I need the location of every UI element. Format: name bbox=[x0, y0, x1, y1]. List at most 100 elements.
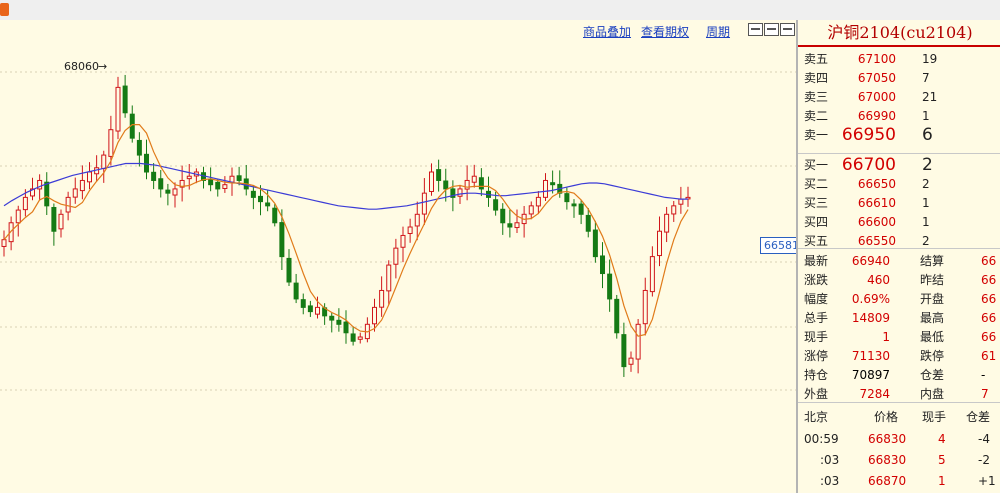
tick-price: 66830 bbox=[868, 432, 907, 446]
ask-price[interactable]: 66950 bbox=[842, 126, 896, 145]
quote-value-2: 66 bbox=[981, 292, 997, 306]
candle-body bbox=[500, 208, 506, 224]
quote-label-2: 最高 bbox=[920, 311, 945, 325]
candle-body bbox=[315, 306, 320, 315]
candle-body bbox=[571, 203, 577, 207]
candle-body bbox=[272, 207, 278, 224]
candle-body bbox=[478, 177, 484, 190]
bid-volume: 1 bbox=[922, 196, 930, 210]
candle-body bbox=[543, 179, 548, 198]
candle-body bbox=[108, 129, 114, 157]
candle-body bbox=[258, 195, 263, 203]
candle-body bbox=[550, 182, 556, 186]
candle-body bbox=[186, 175, 192, 180]
candle-body bbox=[215, 181, 221, 190]
candle-body bbox=[222, 184, 228, 189]
bid-price[interactable]: 66600 bbox=[858, 213, 896, 232]
quote-row: 幅度 0.69% 开盘 66 bbox=[798, 290, 1000, 309]
candle-body bbox=[279, 222, 285, 258]
bid-level-label: 买四 bbox=[804, 215, 829, 229]
candle-body bbox=[471, 175, 477, 183]
candle-body bbox=[421, 192, 427, 215]
bid-volume: 2 bbox=[922, 177, 930, 191]
candlestick-chart: 68060 → bbox=[0, 60, 796, 391]
ask-price[interactable]: 66990 bbox=[858, 107, 896, 126]
bid-price[interactable]: 66650 bbox=[858, 175, 896, 194]
bid-row: 买四 66600 1 bbox=[798, 213, 1000, 232]
candle-body bbox=[635, 323, 641, 360]
candle-body bbox=[1, 239, 7, 247]
ask-price[interactable]: 67000 bbox=[858, 88, 896, 107]
ask-volume: 7 bbox=[922, 71, 930, 85]
quote-label-2: 最低 bbox=[920, 330, 945, 344]
ask-price[interactable]: 67100 bbox=[858, 50, 896, 69]
candle-body bbox=[443, 180, 449, 190]
quote-value: 0.69% bbox=[851, 292, 890, 306]
book-quote-divider bbox=[798, 248, 1000, 249]
candle-body bbox=[642, 289, 648, 325]
candle-body bbox=[115, 86, 121, 132]
quote-label-2: 跌停 bbox=[920, 349, 945, 363]
candle-body bbox=[649, 256, 655, 293]
candle-body bbox=[300, 299, 306, 308]
ask-row: 卖二 66990 1 bbox=[798, 107, 1000, 126]
candle-body bbox=[457, 188, 463, 197]
bid-price[interactable]: 66700 bbox=[842, 156, 896, 175]
candle-body bbox=[44, 181, 50, 207]
candle-body bbox=[493, 199, 499, 211]
candle-body bbox=[343, 321, 349, 334]
candle-body bbox=[329, 315, 335, 321]
tick-volume: 5 bbox=[938, 453, 946, 467]
quote-label-2: 结算 bbox=[920, 254, 945, 268]
candle-body bbox=[122, 85, 128, 114]
candle-body bbox=[250, 190, 256, 198]
quote-row: 总手 14809 最高 66 bbox=[798, 309, 1000, 328]
candle-body bbox=[101, 154, 107, 170]
candle-body bbox=[72, 188, 78, 198]
candle-body bbox=[600, 255, 605, 275]
candle-body bbox=[236, 175, 242, 181]
candle-body bbox=[564, 193, 570, 203]
candle-body bbox=[22, 196, 28, 211]
ask-row: 卖五 67100 19 bbox=[798, 50, 1000, 69]
contract-title: 沪铜2104(cu2104) bbox=[798, 20, 1000, 47]
tick-price: 66870 bbox=[868, 474, 907, 488]
candle-body bbox=[657, 230, 662, 257]
candle-body bbox=[514, 222, 520, 229]
candle-body bbox=[607, 273, 613, 300]
candle-body bbox=[429, 171, 434, 192]
candle-body bbox=[79, 179, 85, 192]
quote-row: 现手 1 最低 66 bbox=[798, 328, 1000, 347]
bid-row: 买二 66650 2 bbox=[798, 175, 1000, 194]
candle-body bbox=[436, 169, 442, 181]
quote-value-2: 66 bbox=[981, 273, 997, 287]
bid-volume: 1 bbox=[922, 215, 930, 229]
ask-level-label: 卖一 bbox=[804, 128, 829, 142]
candle-body bbox=[136, 139, 142, 156]
bid-level-label: 买三 bbox=[804, 196, 829, 210]
candle-body bbox=[172, 188, 178, 196]
candle-body bbox=[414, 213, 420, 227]
app-icon[interactable] bbox=[0, 3, 9, 16]
ask-level-label: 卖五 bbox=[804, 52, 829, 66]
ask-volume: 1 bbox=[922, 109, 930, 123]
candle-body bbox=[407, 226, 413, 235]
bid-level-label: 买一 bbox=[804, 158, 829, 172]
candle-body bbox=[293, 282, 299, 300]
ask-volume: 21 bbox=[922, 90, 938, 104]
quote-value: 1 bbox=[882, 330, 890, 344]
ask-row: 卖四 67050 7 bbox=[798, 69, 1000, 88]
ask-price[interactable]: 67050 bbox=[858, 69, 896, 88]
ask-row: 卖三 67000 21 bbox=[798, 88, 1000, 107]
ticks-header-time: 北京 bbox=[804, 410, 829, 424]
candle-body bbox=[372, 306, 377, 325]
quote-label-2: 仓差 bbox=[920, 368, 945, 382]
bid-price[interactable]: 66610 bbox=[858, 194, 896, 213]
quote-value-2: - bbox=[981, 368, 986, 382]
candle-body bbox=[165, 189, 171, 194]
ask-level-label: 卖二 bbox=[804, 109, 829, 123]
ma-long-line bbox=[3, 162, 688, 210]
candle-body bbox=[51, 206, 57, 232]
tick-oi: +1 bbox=[978, 474, 996, 488]
quote-row: 涨停 71130 跌停 61 bbox=[798, 347, 1000, 366]
